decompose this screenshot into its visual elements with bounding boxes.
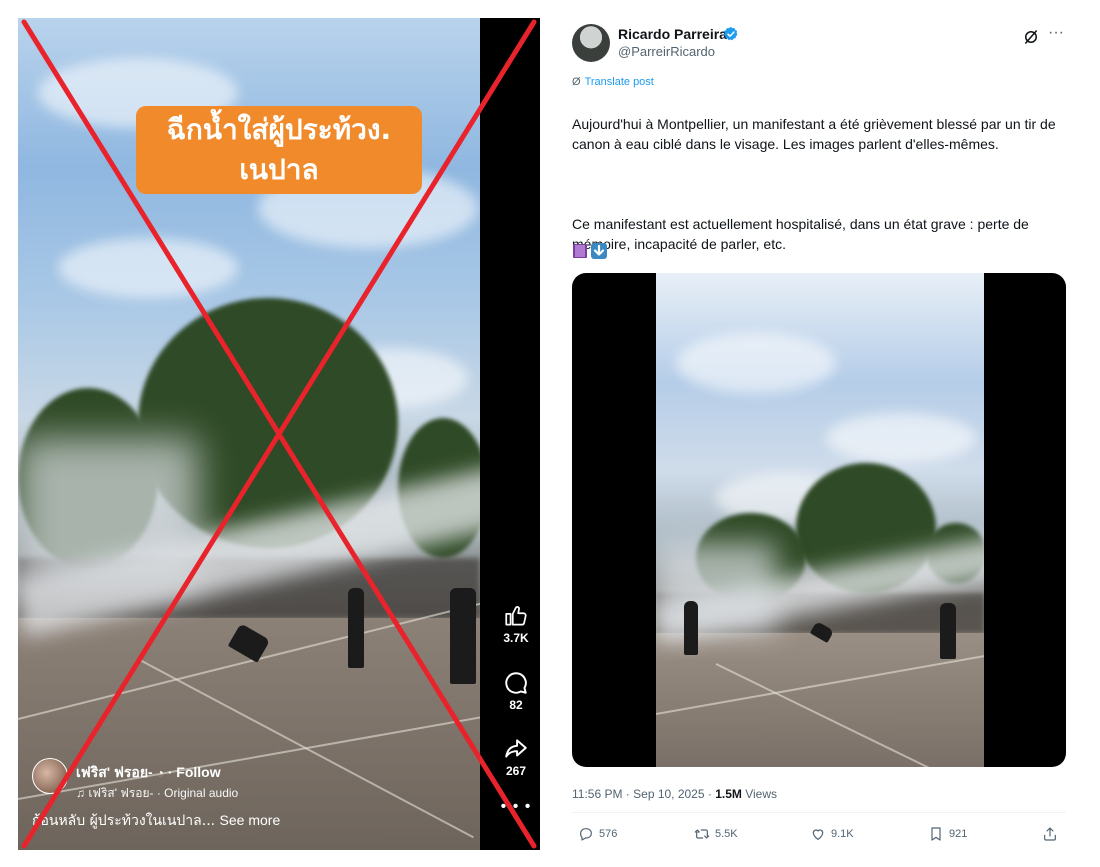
person <box>940 603 956 659</box>
like-button[interactable]: 9.1K <box>810 826 854 842</box>
translate-label: Translate post <box>584 76 654 88</box>
reply-count: 576 <box>599 828 618 840</box>
tweet-card: Ricardo Parreira @ParreirRicardo ··· Ø Tr… <box>560 12 1080 857</box>
translate-icon: Ø <box>572 76 581 88</box>
cloud <box>826 413 976 463</box>
views-count: 1.5M <box>715 787 742 801</box>
tweet-paragraph-1: Aujourd'hui à Montpellier, un manifestan… <box>572 116 1056 152</box>
author-handle[interactable]: @ParreirRicardo <box>618 44 715 59</box>
share-icon <box>1044 827 1056 841</box>
reply-button[interactable]: 576 <box>578 826 617 842</box>
avatar[interactable] <box>572 24 610 62</box>
water-mist <box>656 543 776 633</box>
bookmark-count: 921 <box>949 828 968 840</box>
down-arrow-icon <box>591 243 607 259</box>
more-options-icon[interactable]: ··· <box>1048 24 1064 42</box>
tweet-action-bar: 576 5.5K 9.1K 921 <box>572 826 1066 846</box>
translate-post-link[interactable]: Ø Translate post <box>572 76 654 88</box>
repost-count: 5.5K <box>715 828 738 840</box>
tweet-video[interactable] <box>572 273 1066 767</box>
bookmark-button[interactable]: 921 <box>928 826 967 842</box>
verified-badge-icon <box>723 27 738 41</box>
emoji-icons <box>573 243 607 259</box>
person <box>684 601 698 655</box>
grok-icon[interactable] <box>1022 28 1040 46</box>
tweet-text: Aujourd'hui à Montpellier, un manifestan… <box>572 94 1072 274</box>
repost-button[interactable]: 5.5K <box>694 826 738 842</box>
author-name[interactable]: Ricardo Parreira <box>618 26 727 42</box>
film-reel-icon <box>573 244 587 258</box>
timestamp[interactable]: 11:56 PM · Sep 10, 2025 · <box>572 787 715 801</box>
video-frame[interactable] <box>656 273 984 767</box>
emoji-row <box>572 242 608 265</box>
tweet-paragraph-2: Ce manifestant est actuellement hospital… <box>572 216 1029 252</box>
tweet-metadata: 11:56 PM · Sep 10, 2025 · 1.5M Views <box>572 787 777 801</box>
heart-icon <box>812 829 824 840</box>
share-button[interactable] <box>1042 826 1058 842</box>
short-video-screenshot: ฉีกน้ำใส่ผู้ประท้วง. เนปาล เฟริส' ฟรอย- … <box>18 18 540 850</box>
reply-icon <box>580 828 592 841</box>
pavement <box>656 633 984 767</box>
red-x-mark <box>21 19 537 849</box>
repost-icon <box>694 829 710 839</box>
views-label: Views <box>741 787 778 801</box>
like-count: 9.1K <box>831 828 854 840</box>
bookmark-icon <box>931 827 941 841</box>
divider <box>572 812 1066 813</box>
cloud <box>676 333 836 393</box>
